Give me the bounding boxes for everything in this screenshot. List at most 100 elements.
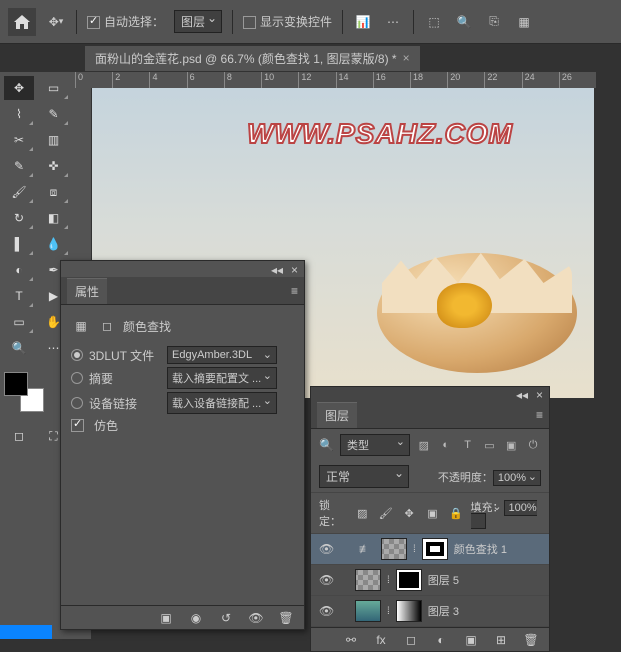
status-bar <box>0 625 52 639</box>
add-group-icon[interactable]: ▣ <box>461 630 481 650</box>
brush-tool[interactable]: 🖌 <box>4 180 34 204</box>
history-brush-tool[interactable]: ↻ <box>4 206 34 230</box>
link-icon: ≢ <box>355 539 375 559</box>
visibility-icon[interactable]: 👁 <box>246 608 266 628</box>
lasso-tool[interactable]: ⌇ <box>4 102 34 126</box>
layer-thumb[interactable] <box>355 569 381 591</box>
home-button[interactable] <box>8 8 36 36</box>
add-adjust-icon[interactable]: ◐ <box>431 630 451 650</box>
radio-3dlut[interactable] <box>71 349 83 361</box>
opacity-input[interactable]: 100% <box>493 470 541 486</box>
layer-name[interactable]: 颜色查找 1 <box>454 541 507 557</box>
select-3dlut[interactable]: EdgyAmber.3DL <box>167 346 277 364</box>
lock-pixel-icon[interactable]: 🖌 <box>377 503 394 523</box>
layer-row[interactable]: 👁 ⁞ 图层 3 <box>311 596 549 627</box>
trash-icon[interactable]: 🗑 <box>276 608 296 628</box>
blur-tool[interactable]: 💧 <box>39 232 69 256</box>
properties-tab[interactable]: 属性 <box>67 278 107 304</box>
filter-pixel-icon[interactable]: ▨ <box>416 437 432 453</box>
color-swatch[interactable] <box>4 372 44 412</box>
layers-tab[interactable]: 图层 <box>317 402 357 428</box>
document-tabs: 面粉山的金莲花.psd @ 66.7% (颜色查找 1, 图层蒙版/8) * × <box>0 44 621 72</box>
search-icon[interactable]: 🔍 <box>454 12 474 32</box>
share-icon[interactable]: ⎘ <box>484 12 504 32</box>
document-tab[interactable]: 面粉山的金莲花.psd @ 66.7% (颜色查找 1, 图层蒙版/8) * × <box>85 46 420 71</box>
move-tool-icon[interactable]: ✥ ▾ <box>46 12 66 32</box>
filter-smart-icon[interactable]: ▣ <box>503 437 519 453</box>
foreground-color[interactable] <box>4 372 28 396</box>
flower-graphic <box>437 283 492 328</box>
select-devlink[interactable]: 载入设备链接配 ... <box>167 392 277 414</box>
layer-row[interactable]: 👁 ≢ ⁞ 颜色查找 1 <box>311 534 549 565</box>
eraser-tool[interactable]: ◧ <box>39 206 69 230</box>
layer-name[interactable]: 图层 3 <box>428 603 459 619</box>
crop-tool[interactable]: ✂ <box>4 128 34 152</box>
move-tool[interactable]: ✥ <box>4 76 34 100</box>
layer-thumb[interactable] <box>355 600 381 622</box>
visibility-toggle[interactable]: 👁 <box>319 604 333 618</box>
add-mask-icon[interactable]: ◻ <box>401 630 421 650</box>
close-tab-icon[interactable]: × <box>403 51 410 65</box>
collapse-icon[interactable]: ◂◂ <box>271 263 283 275</box>
layers-panel: ◂◂ × 图层 ≡ 🔍 类型 ▨ ◐ T ▭ ▣ ⏻ 正常 不透明度：100% … <box>310 386 550 652</box>
layers-menu-icon[interactable]: ≡ <box>536 408 543 422</box>
link-layers-icon[interactable]: ⚯ <box>341 630 361 650</box>
lock-artboard-icon[interactable]: ▣ <box>424 503 441 523</box>
close-panel-icon[interactable]: × <box>291 263 298 275</box>
marquee-tool[interactable]: ▭ <box>39 76 69 100</box>
shape-tool[interactable]: ▭ <box>4 310 34 334</box>
checkbox-dither[interactable] <box>71 419 84 432</box>
eyedropper-tool[interactable]: ✎ <box>4 154 34 178</box>
layer-row[interactable]: 👁 ⁞ 图层 5 <box>311 565 549 596</box>
document-title: 面粉山的金莲花.psd @ 66.7% (颜色查找 1, 图层蒙版/8) * <box>95 50 397 67</box>
heal-tool[interactable]: ✜ <box>39 154 69 178</box>
auto-select-checkbox[interactable]: 自动选择： <box>87 13 164 30</box>
blend-mode-select[interactable]: 正常 <box>319 465 409 488</box>
align-icon[interactable]: 📊 <box>353 12 373 32</box>
quickmask-toggle[interactable]: ◻ <box>4 424 34 448</box>
show-transform-checkbox[interactable]: 显示变换控件 <box>243 13 332 30</box>
close-layers-icon[interactable]: × <box>536 388 543 400</box>
filter-search-icon[interactable]: 🔍 <box>319 438 334 452</box>
gradient-tool[interactable]: ▌ <box>4 232 34 256</box>
zoom-tool[interactable]: 🔍 <box>4 336 34 360</box>
mask-thumb[interactable] <box>396 600 422 622</box>
dodge-tool[interactable]: ◐ <box>4 258 34 282</box>
collapse-layers-icon[interactable]: ◂◂ <box>516 388 528 400</box>
layer-thumb[interactable] <box>381 538 407 560</box>
3d-mode-icon[interactable]: ⬚ <box>424 12 444 32</box>
clip-icon[interactable]: ▣ <box>156 608 176 628</box>
lock-trans-icon[interactable]: ▨ <box>354 503 371 523</box>
layer-list: 👁 ≢ ⁞ 颜色查找 1 👁 ⁞ 图层 5 👁 ⁞ 图层 3 <box>311 534 549 627</box>
filter-toggle[interactable]: ⏻ <box>525 437 541 453</box>
filter-shape-icon[interactable]: ▭ <box>481 437 497 453</box>
visibility-toggle[interactable]: 👁 <box>319 542 333 556</box>
filter-type-icon[interactable]: T <box>460 437 476 453</box>
mask-thumb[interactable] <box>422 538 448 560</box>
lock-pos-icon[interactable]: ✥ <box>400 503 417 523</box>
type-tool[interactable]: T <box>4 284 34 308</box>
auto-select-target-select[interactable]: 图层 <box>174 10 222 33</box>
quick-select-tool[interactable]: ✎ <box>39 102 69 126</box>
grid-icon: ▦ <box>71 316 91 336</box>
add-layer-icon[interactable]: ⊞ <box>491 630 511 650</box>
frame-tool[interactable]: ▥ <box>39 128 69 152</box>
lock-all-icon[interactable]: 🔒 <box>447 503 464 523</box>
stamp-tool[interactable]: ⧈ <box>39 180 69 204</box>
visibility-toggle[interactable]: 👁 <box>319 573 333 587</box>
filter-kind-select[interactable]: 类型 <box>340 434 410 456</box>
mask-thumb[interactable] <box>396 569 422 591</box>
panel-menu-icon[interactable]: ≡ <box>291 284 298 298</box>
filter-adjust-icon[interactable]: ◐ <box>438 437 454 453</box>
layer-name[interactable]: 图层 5 <box>428 572 459 588</box>
mask-icon: ◻ <box>97 316 117 336</box>
reset-icon[interactable]: ↺ <box>216 608 236 628</box>
fx-icon[interactable]: fx <box>371 630 391 650</box>
prev-icon[interactable]: ◉ <box>186 608 206 628</box>
delete-layer-icon[interactable]: 🗑 <box>521 630 541 650</box>
radio-abstract[interactable] <box>71 372 83 384</box>
distribute-icon[interactable]: ⋯ <box>383 12 403 32</box>
workspace-icon[interactable]: ▦ <box>514 12 534 32</box>
select-abstract[interactable]: 载入摘要配置文 ... <box>167 367 277 389</box>
radio-devlink[interactable] <box>71 397 83 409</box>
